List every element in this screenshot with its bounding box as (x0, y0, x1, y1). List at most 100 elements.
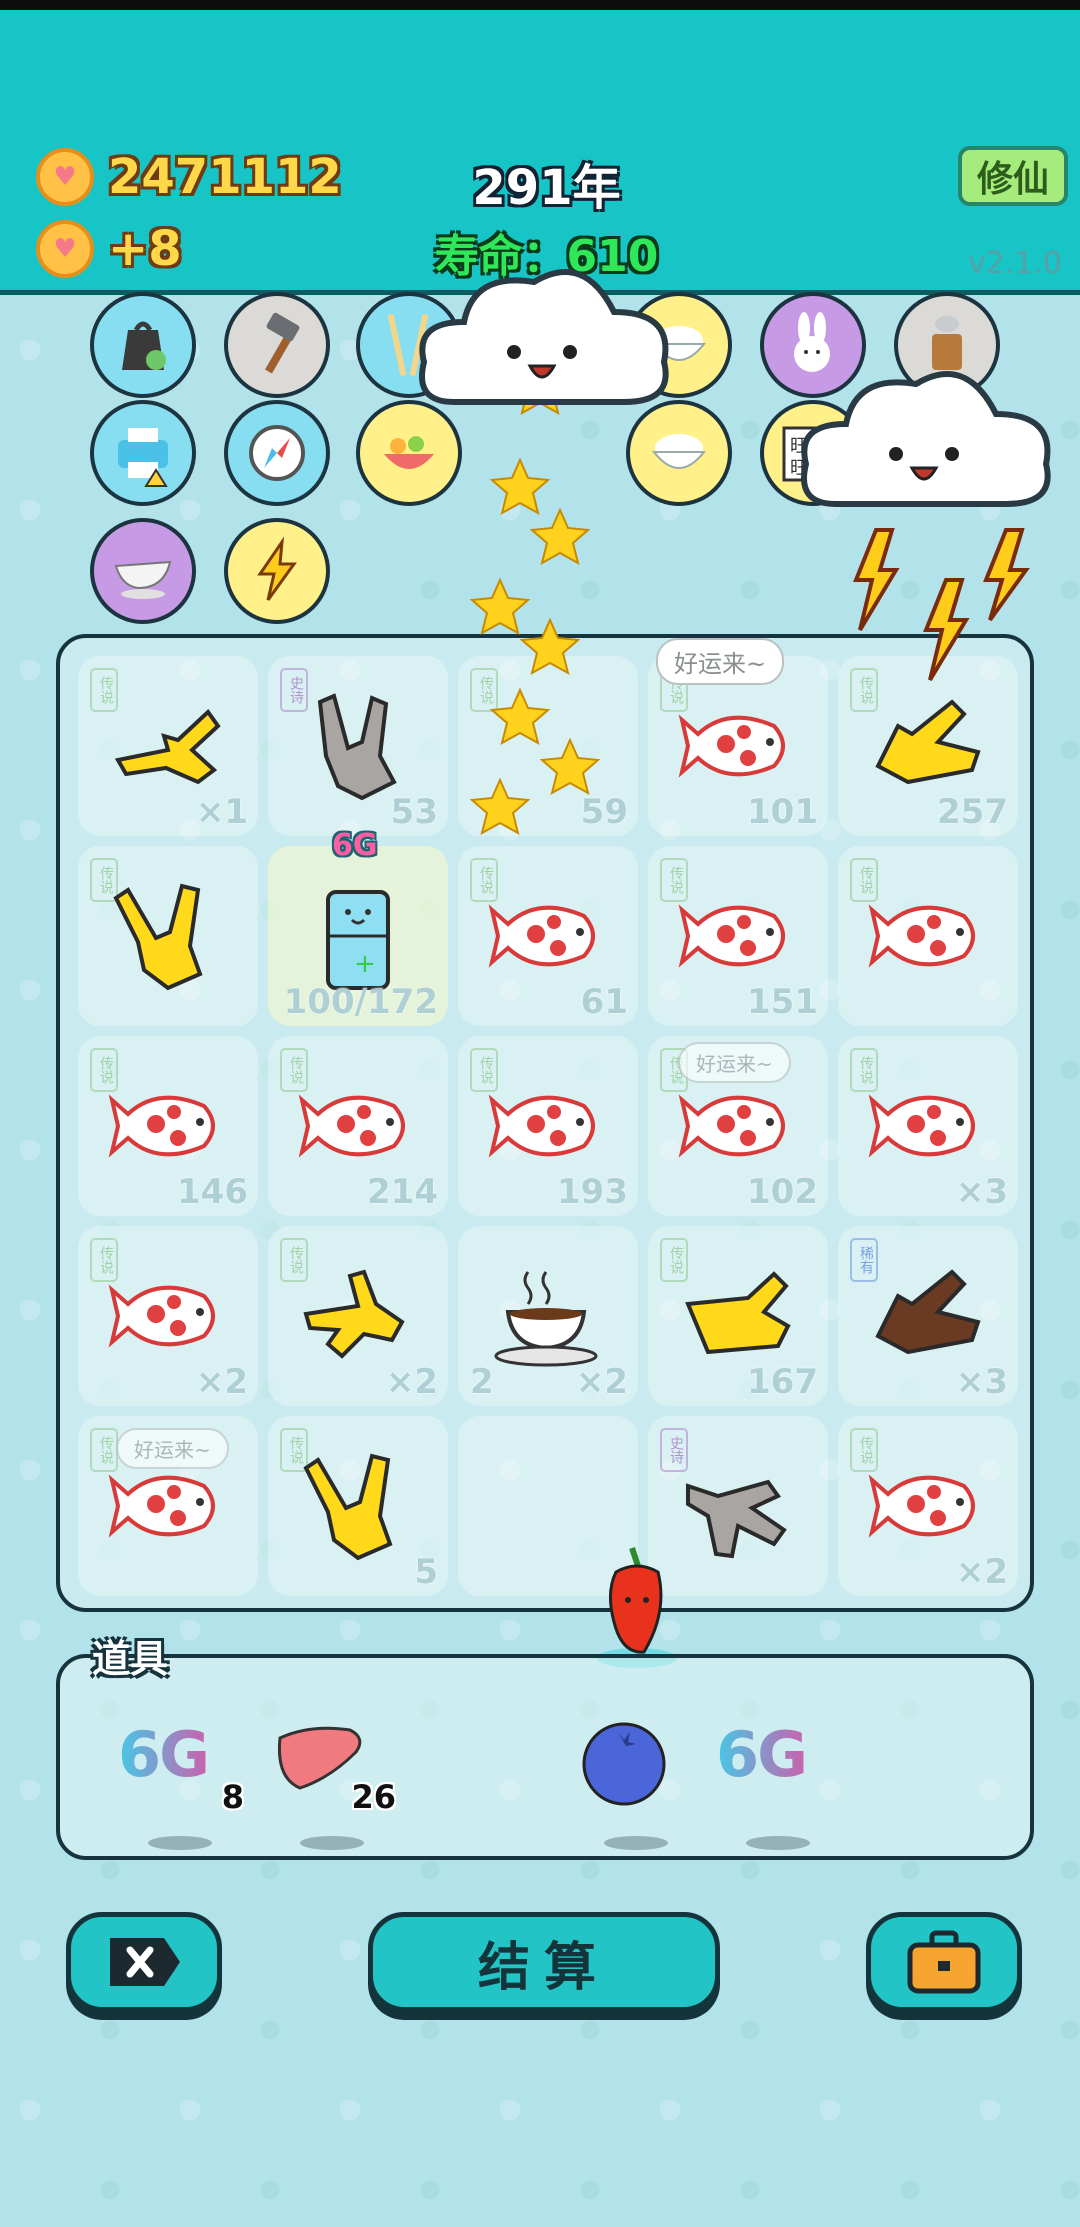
delete-button[interactable] (66, 1912, 222, 2012)
board-cell[interactable]: 稀有 ×3 (838, 1226, 1018, 1406)
xiuxian-button[interactable]: 修仙 (958, 146, 1068, 206)
koi-fish-icon (488, 904, 595, 968)
coffee-cup-icon (494, 1271, 598, 1367)
lightning-bolts-icon (853, 528, 1030, 682)
inventory-button[interactable] (866, 1912, 1022, 2012)
rock-hand-icon (113, 883, 203, 991)
6g-icon: 6G (118, 1718, 228, 1791)
rock-hand-icon (303, 1453, 393, 1561)
board-cell[interactable]: 传说 146 (78, 1036, 258, 1216)
chili-pepper-character-icon (597, 1547, 677, 1668)
compass-icon[interactable] (224, 400, 330, 506)
tool-slot[interactable] (574, 1718, 684, 1850)
tool-slot[interactable]: 6G 8 (118, 1718, 244, 1850)
board-cell[interactable]: 传说 151 (648, 846, 828, 1026)
cell-count: ×2 (955, 1552, 1008, 1592)
cell-count: 5 (414, 1552, 438, 1592)
version-label: v2.1.0 (967, 246, 1062, 281)
blueberry-icon (582, 1722, 666, 1806)
cell-count: ×2 (575, 1362, 628, 1402)
cell-count: ×3 (955, 1362, 1008, 1402)
tool-count: 8 (221, 1778, 244, 1816)
board-cell[interactable]: 传说 (838, 846, 1018, 1026)
cell-count: 61 (580, 982, 628, 1022)
svg-text:+: + (354, 949, 376, 979)
rock-hand-icon (875, 699, 981, 785)
rock-hand-icon (686, 1479, 787, 1559)
rock-hand-icon (685, 1271, 791, 1355)
header-bar: ♥ 2471112 ♥ +8 291年 寿命：610 修仙 v2.1.0 (0, 0, 1080, 295)
koi-fish-icon (678, 714, 785, 778)
cell-count: 193 (557, 1172, 628, 1212)
settle-label: 结算 (477, 1937, 610, 1998)
rock-hand-icon (317, 693, 397, 801)
tool-count: 26 (351, 1778, 396, 1816)
board-cell-fridge[interactable]: 6G + 100/172 (268, 828, 448, 1026)
tool-slot[interactable]: 26 (270, 1718, 396, 1850)
board-cell[interactable]: 传说 167 (648, 1226, 828, 1406)
cell-count: 100/172 (283, 982, 438, 1022)
cell-count: 53 (390, 792, 438, 832)
settle-button[interactable]: 结算 (368, 1912, 720, 2012)
board-cell[interactable]: 史诗 53 (268, 656, 448, 836)
hammer-icon[interactable] (224, 292, 330, 398)
recycle-bag-icon[interactable] (90, 292, 196, 398)
cloud-character-icon (801, 371, 1051, 507)
cell-count: 102 (747, 1172, 818, 1212)
cell-count: 214 (367, 1172, 438, 1212)
cell-count: ×1 (195, 792, 248, 832)
cell-count: 257 (937, 792, 1008, 832)
board-cell[interactable]: 传说 ×2 (78, 1226, 258, 1406)
cell-count: ×3 (955, 1172, 1008, 1212)
tool-shadow (148, 1836, 212, 1850)
delete-icon (110, 1938, 180, 1986)
cell-count: 101 (747, 792, 818, 832)
rock-hand-icon (114, 708, 221, 785)
luck-speech-bubble: 好运来~ (116, 1428, 229, 1469)
koi-fish-icon (108, 1284, 215, 1348)
cell-count: 146 (177, 1172, 248, 1212)
board-cell[interactable]: 传说 61 (458, 846, 638, 1026)
cloud-character-icon (419, 269, 669, 405)
board-cell[interactable]: 传说 ×2 (268, 1226, 448, 1406)
tools-panel: 6G 8 26 6G (56, 1654, 1034, 1860)
6g-icon: 6G (716, 1718, 826, 1791)
tool-shadow (300, 1836, 364, 1850)
year-counter: 291年 (472, 160, 621, 216)
status-strip (0, 0, 1080, 10)
board-cell[interactable]: 传说 (78, 846, 258, 1026)
board-cell[interactable]: 传说 ×3 (838, 1036, 1018, 1216)
koi-fish-icon (488, 1094, 595, 1158)
cell-level: 2 (470, 1362, 494, 1402)
printer-icon[interactable] (90, 400, 196, 506)
board-cell[interactable]: 传说 ×1 (78, 656, 258, 836)
board-cell[interactable]: 传说 193 (458, 1036, 638, 1216)
board-cell[interactable]: 传说 214 (268, 1036, 448, 1216)
koi-fish-icon (868, 1474, 975, 1538)
koi-fish-icon (108, 1094, 215, 1158)
tool-shadow (604, 1836, 668, 1850)
lightning-icon[interactable] (224, 518, 330, 624)
tool-shadow (746, 1836, 810, 1850)
briefcase-icon (907, 1930, 981, 1994)
koi-fish-icon (678, 904, 785, 968)
fridge-6g-label: 6G (332, 828, 378, 863)
rock-hand-icon (875, 1269, 981, 1355)
cell-count: 167 (747, 1362, 818, 1402)
luck-speech-bubble: 好运来~ (656, 638, 785, 685)
cell-count: ×2 (195, 1362, 248, 1402)
board-cell[interactable]: 传说 5 (268, 1416, 448, 1596)
tools-title: 道具 (92, 1637, 169, 1681)
koi-fish-icon (298, 1094, 405, 1158)
luck-speech-bubble: 好运来~ (678, 1042, 791, 1083)
koi-fish-icon (868, 1094, 975, 1158)
cell-count: 151 (747, 982, 818, 1022)
fridge-icon: + (326, 890, 390, 990)
koi-fish-icon (678, 1094, 785, 1158)
rock-hand-icon (303, 1269, 405, 1359)
board-cell[interactable]: 2 ×2 (458, 1226, 638, 1406)
cell-count: ×2 (385, 1362, 438, 1402)
board-cell[interactable]: 传说 ×2 (838, 1416, 1018, 1596)
gravy-boat-icon[interactable] (90, 518, 196, 624)
tool-slot[interactable]: 6G (716, 1718, 826, 1850)
